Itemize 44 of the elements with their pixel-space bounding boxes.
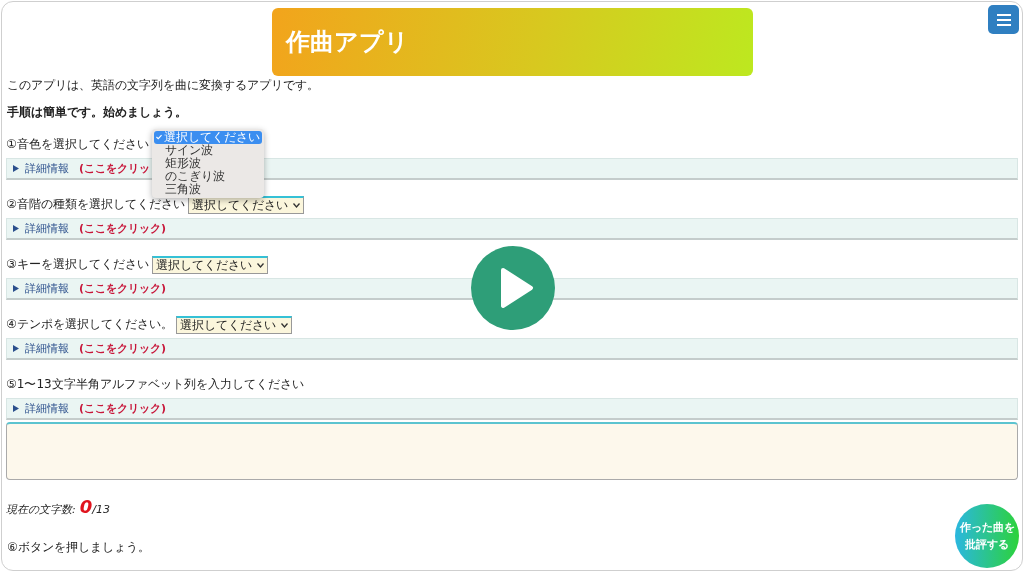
counter-label: 現在の文字数: [6, 502, 76, 517]
details-hint: (ここをクリック) [79, 401, 167, 416]
dropdown-option[interactable]: 矩形波 [151, 156, 264, 170]
details-bar[interactable]: 詳細情報 (ここをクリック) [6, 278, 1018, 300]
check-icon [155, 134, 162, 140]
intro-text: このアプリは、英語の文字列を曲に変換するアプリです。 [7, 78, 320, 93]
triangle-icon [13, 225, 19, 232]
details-hint: (ここをクリッ [79, 161, 151, 176]
details-label[interactable]: 詳細情報 [25, 161, 69, 176]
details-bar[interactable]: 詳細情報 (ここをクリック) [6, 398, 1018, 420]
caret-icon [256, 262, 264, 268]
caret-icon [280, 322, 288, 328]
dropdown-option[interactable]: サイン波 [151, 143, 264, 157]
details-bar[interactable]: 詳細情報 (ここをクリック) [6, 338, 1018, 360]
triangle-icon [13, 165, 19, 172]
step-label: ③キーを選択してください [6, 256, 149, 273]
details-label[interactable]: 詳細情報 [25, 401, 69, 416]
app-title: 作曲アプリ [286, 27, 409, 58]
triangle-icon [13, 285, 19, 292]
step-label: ⑤1〜13文字半角アルファベット列を入力してください [6, 376, 304, 393]
caret-icon [292, 202, 300, 208]
triangle-icon [13, 345, 19, 352]
text-input-field[interactable] [6, 422, 1018, 480]
menu-icon [996, 13, 1011, 26]
step-label: ④テンポを選択してください。 [6, 316, 173, 333]
select-field[interactable]: 選択してください [175, 315, 292, 334]
intro-text: 手順は簡単です。始めましょう。 [7, 105, 188, 120]
step-label: ⑥ボタンを押しましょう。 [7, 540, 150, 554]
details-label[interactable]: 詳細情報 [25, 281, 69, 296]
details-label[interactable]: 詳細情報 [25, 221, 69, 236]
triangle-icon [13, 405, 19, 412]
dropdown-option[interactable]: 三角波 [151, 182, 264, 196]
details-bar[interactable]: 詳細情報 (ここをクリック) [6, 218, 1018, 240]
counter-max: /13 [92, 503, 110, 516]
step-label: ①音色を選択してください [6, 136, 149, 153]
menu-button[interactable] [988, 5, 1019, 34]
details-label[interactable]: 詳細情報 [25, 341, 69, 356]
details-hint: (ここをクリック) [79, 281, 167, 296]
select-field[interactable]: 選択してください [151, 255, 268, 274]
play-icon[interactable] [471, 246, 555, 330]
details-hint: (ここをクリック) [79, 341, 167, 356]
step-label: ②音階の種類を選択してください [6, 196, 185, 213]
dropdown-option[interactable]: のこぎり波 [151, 169, 264, 183]
details-hint: (ここをクリック) [79, 221, 167, 236]
